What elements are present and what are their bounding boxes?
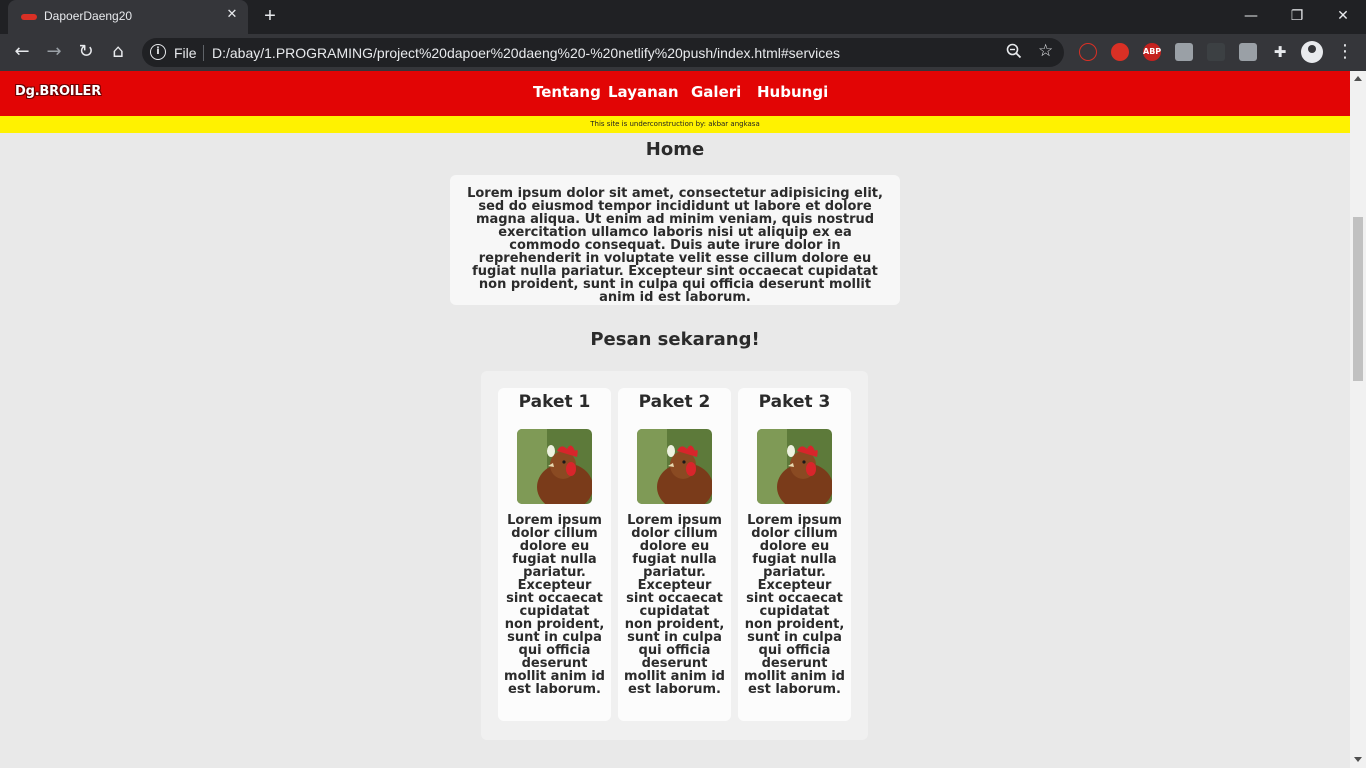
address-divider [203,45,204,61]
package-title: Paket 1 [518,392,591,412]
package-description: Lorem ipsum dolor cillum dolore eu fugia… [504,513,605,697]
reload-icon[interactable]: ↻ [74,40,98,64]
tab-title: DapoerDaeng20 [44,9,133,23]
order-heading: Pesan sekarang! [590,329,760,350]
package-card[interactable]: Paket 3 Lorem ipsum dolor cillum dolore … [738,388,851,721]
minimize-icon[interactable]: — [1236,4,1266,28]
extension-screenshot-icon[interactable] [1239,43,1257,61]
scroll-up-icon[interactable] [1354,76,1362,81]
restore-icon[interactable]: ❐ [1282,4,1312,28]
package-card[interactable]: Paket 2 Lorem ipsum dolor cillum dolore … [618,388,731,721]
nav-link-tentang[interactable]: Tentang [533,83,601,101]
site-info-icon[interactable]: i [150,44,166,60]
chicken-image [517,429,592,504]
browser-toolbar: ← → ↻ ⌂ i File D:/abay/1.PROGRAMING/proj… [0,34,1366,71]
browser-tab[interactable]: DapoerDaeng20 ✕ [8,0,248,34]
nav-link-layanan[interactable]: Layanan [608,83,679,101]
package-description: Lorem ipsum dolor cillum dolore eu fugia… [624,513,725,697]
new-tab-icon[interactable]: + [258,4,282,28]
home-paragraph: Lorem ipsum dolor sit amet, consectetur … [467,186,883,305]
home-heading: Home [645,139,705,160]
package-title: Paket 2 [638,392,711,412]
page-viewport: Dg.BROILER Tentang Layanan Galeri Hubung… [0,71,1350,768]
page-scrollbar[interactable] [1350,71,1366,768]
url-text[interactable]: D:/abay/1.PROGRAMING/project%20dapoer%20… [212,45,840,61]
chicken-image [757,429,832,504]
site-favicon-icon [21,14,37,20]
close-window-icon[interactable]: ✕ [1328,4,1358,28]
package-title: Paket 3 [758,392,831,412]
package-description: Lorem ipsum dolor cillum dolore eu fugia… [744,513,845,697]
abp-icon[interactable]: ABP [1143,43,1161,61]
address-bar[interactable]: i File D:/abay/1.PROGRAMING/project%20da… [142,38,1064,67]
extensions-puzzle-icon[interactable]: ✚ [1271,43,1289,61]
extension-hand-icon[interactable] [1111,43,1129,61]
bookmark-star-icon[interactable]: ☆ [1038,41,1058,61]
zoom-icon[interactable] [1006,43,1024,61]
package-card[interactable]: Paket 1 Lorem ipsum dolor cillum dolore … [498,388,611,721]
home-text-card: Lorem ipsum dolor sit amet, consectetur … [450,175,900,305]
nav-link-hubungi[interactable]: Hubungi [757,83,828,101]
chicken-image [637,429,712,504]
extension-blocker-icon[interactable] [1079,43,1097,61]
browser-menu-icon[interactable]: ⋮ [1336,40,1354,64]
home-icon[interactable]: ⌂ [106,40,130,64]
scroll-down-icon[interactable] [1354,757,1362,762]
tab-strip: DapoerDaeng20 ✕ + — ❐ ✕ [0,0,1366,34]
construction-notice: This site is underconstruction by: akbar… [0,116,1350,133]
profile-avatar-icon[interactable] [1301,41,1323,63]
site-nav: Tentang Layanan Galeri Hubungi [0,83,1350,105]
packages-container: Paket 1 Lorem ipsum dolor cillum dolore … [481,371,868,740]
extension-eraser-icon[interactable] [1207,43,1225,61]
back-icon[interactable]: ← [10,40,34,64]
scrollbar-thumb[interactable] [1353,217,1363,381]
forward-icon[interactable]: → [42,40,66,64]
site-navbar: Dg.BROILER Tentang Layanan Galeri Hubung… [0,71,1350,116]
scheme-label: File [174,45,197,61]
extension-pdf-icon[interactable] [1175,43,1193,61]
nav-link-galeri[interactable]: Galeri [691,83,741,101]
close-tab-icon[interactable]: ✕ [224,7,240,23]
